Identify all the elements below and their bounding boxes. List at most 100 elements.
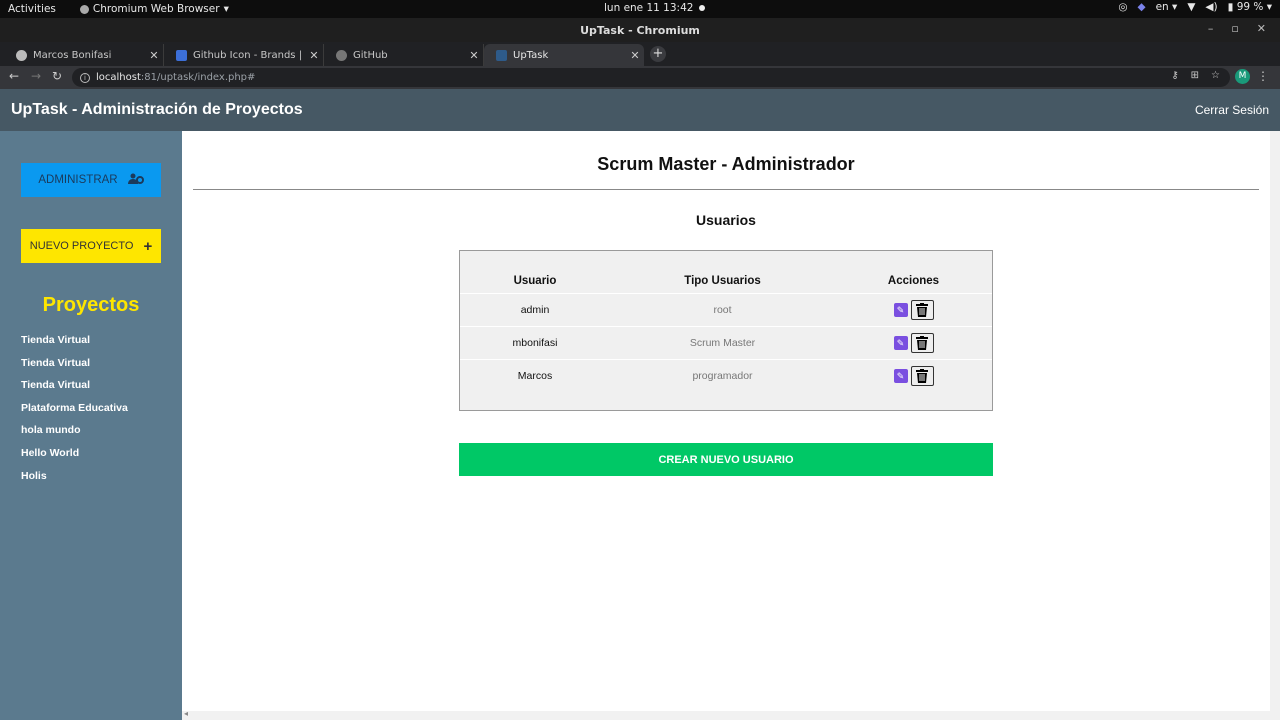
new-project-button[interactable]: NUEVO PROYECTO +: [21, 229, 161, 263]
table-row: admin root ✎: [460, 292, 992, 326]
project-item[interactable]: Tienda Virtual: [21, 379, 128, 402]
plus-icon: +: [143, 237, 153, 255]
trash-icon: [916, 302, 928, 317]
browser-menu-icon[interactable]: ⋮: [1257, 69, 1269, 83]
projects-heading: Proyectos: [42, 294, 140, 316]
edit-icon[interactable]: ✎: [893, 302, 908, 317]
url-path: :81/uptask/index.php#: [140, 72, 256, 83]
app-menu-label: Chromium Web Browser: [92, 3, 220, 15]
notification-dot: [699, 5, 706, 11]
system-top-bar: Activities Chromium Web Browser ▾ lun en…: [0, 0, 1280, 18]
project-item[interactable]: Hello World: [21, 447, 128, 470]
back-arrow-icon[interactable]: ←: [9, 69, 19, 83]
close-window-icon[interactable]: ✕: [1257, 22, 1266, 35]
system-tray[interactable]: ◎ ◆ en ▾ ▼ ◀) ▮ 99 % ▾: [1118, 1, 1272, 13]
chromium-icon: [79, 4, 89, 14]
address-bar[interactable]: i localhost:81/uptask/index.php#: [72, 68, 1230, 87]
window-title-bar: UpTask - Chromium – ▫ ✕: [0, 18, 1280, 42]
users-table: Usuario Tipo Usuarios Acciones admin roo…: [460, 269, 992, 392]
language-indicator[interactable]: en ▾: [1156, 1, 1178, 13]
admin-button-label: ADMINISTRAR: [38, 174, 118, 186]
key-icon[interactable]: ⚷: [1171, 70, 1178, 81]
tab-uptask[interactable]: UpTask ✕: [484, 44, 644, 66]
delete-button[interactable]: [910, 332, 934, 353]
forward-arrow-icon[interactable]: →: [31, 69, 41, 83]
page-title: Scrum Master - Administrador: [597, 154, 855, 174]
whatsapp-icon[interactable]: ◎: [1118, 1, 1127, 13]
address-bar-actions: ⚷ ⊞ ☆: [1171, 70, 1220, 81]
close-tab-icon[interactable]: ✕: [145, 49, 163, 62]
window-title: UpTask - Chromium: [580, 24, 700, 37]
logout-link[interactable]: Cerrar Sesión: [1195, 103, 1269, 117]
table-header-row: Usuario Tipo Usuarios Acciones: [460, 269, 992, 293]
site-info-icon[interactable]: i: [80, 72, 90, 83]
maximize-icon[interactable]: ▫: [1231, 22, 1238, 35]
actions-cell: ✎: [835, 292, 992, 326]
user-type-cell: programador: [610, 358, 835, 392]
url-host: localhost: [96, 72, 141, 83]
table-row: mbonifasi Scrum Master ✎: [460, 325, 992, 359]
delete-button[interactable]: [910, 365, 934, 386]
new-tab-button[interactable]: +: [650, 46, 666, 62]
trash-icon: [916, 335, 928, 350]
star-icon[interactable]: ☆: [1211, 70, 1220, 81]
github-icon: [336, 49, 347, 61]
user-name-cell: admin: [460, 292, 610, 326]
project-item[interactable]: Tienda Virtual: [21, 334, 128, 357]
close-tab-icon[interactable]: ✕: [626, 49, 644, 62]
new-project-button-label: NUEVO PROYECTO: [29, 240, 134, 252]
clock[interactable]: lun ene 11 13:42: [604, 2, 706, 14]
clock-label: lun ene 11 13:42: [604, 2, 694, 14]
user-type-cell: Scrum Master: [610, 325, 835, 359]
user-type-cell: root: [610, 292, 835, 326]
sidebar: ADMINISTRAR NUEVO PROYECTO + Proyectos T…: [0, 131, 182, 720]
users-cog-icon: [127, 173, 144, 188]
profile-avatar[interactable]: M: [1235, 69, 1250, 84]
tab-label: Github Icon - Brands | Font: [193, 49, 305, 61]
admin-button[interactable]: ADMINISTRAR: [21, 163, 161, 197]
table-row: Marcos programador ✎: [460, 358, 992, 392]
app-menu[interactable]: Chromium Web Browser ▾: [79, 3, 229, 15]
horizontal-scrollbar[interactable]: ◂: [182, 709, 1270, 720]
section-title: Usuarios: [696, 212, 756, 228]
flag-icon: [176, 49, 187, 61]
browser-toolbar: ← → ↻ i localhost:81/uptask/index.php# ⚷…: [0, 66, 1280, 89]
trash-icon: [916, 368, 928, 383]
actions-cell: ✎: [835, 325, 992, 359]
user-name-cell: mbonifasi: [460, 325, 610, 359]
create-user-button[interactable]: CREAR NUEVO USUARIO: [459, 443, 993, 476]
edit-icon[interactable]: ✎: [893, 335, 908, 350]
column-header-actions: Acciones: [887, 274, 940, 287]
caret-down-icon: ▾: [223, 3, 229, 15]
project-item[interactable]: Plataforma Educativa: [21, 402, 128, 425]
reload-icon[interactable]: ↻: [52, 69, 62, 83]
tab-marcos-bonifasi[interactable]: Marcos Bonifasi ✕: [4, 44, 164, 66]
battery-label: 99 %: [1236, 1, 1264, 13]
app-title: UpTask - Administración de Proyectos: [11, 101, 303, 118]
project-list: Tienda Virtual Tienda Virtual Tienda Vir…: [21, 334, 128, 492]
tab-github-icon-brands[interactable]: Github Icon - Brands | Font ✕: [164, 44, 324, 66]
language-label: en: [1155, 1, 1169, 13]
close-tab-icon[interactable]: ✕: [465, 49, 483, 62]
translate-icon[interactable]: ⊞: [1191, 70, 1199, 81]
project-item[interactable]: Holis: [21, 470, 128, 493]
teams-icon[interactable]: ◆: [1138, 1, 1146, 13]
project-item[interactable]: hola mundo: [21, 424, 128, 447]
column-header-type: Tipo Usuarios: [684, 274, 761, 287]
globe-icon: [16, 49, 27, 61]
close-tab-icon[interactable]: ✕: [305, 49, 323, 62]
scroll-left-icon[interactable]: ◂: [184, 709, 188, 718]
vertical-scrollbar[interactable]: [1270, 131, 1280, 720]
actions-cell: ✎: [835, 358, 992, 392]
wifi-icon[interactable]: ▼: [1187, 1, 1195, 13]
volume-icon[interactable]: ◀): [1205, 1, 1217, 13]
project-item[interactable]: Tienda Virtual: [21, 357, 128, 380]
activities-button[interactable]: Activities: [8, 3, 56, 15]
edit-icon[interactable]: ✎: [893, 368, 908, 383]
tab-label: GitHub: [353, 49, 388, 61]
minimize-icon[interactable]: –: [1208, 22, 1214, 35]
uptask-icon: [496, 49, 507, 61]
delete-button[interactable]: [910, 299, 934, 320]
battery-indicator[interactable]: ▮ 99 % ▾: [1228, 1, 1272, 13]
tab-github[interactable]: GitHub ✕: [324, 44, 484, 66]
